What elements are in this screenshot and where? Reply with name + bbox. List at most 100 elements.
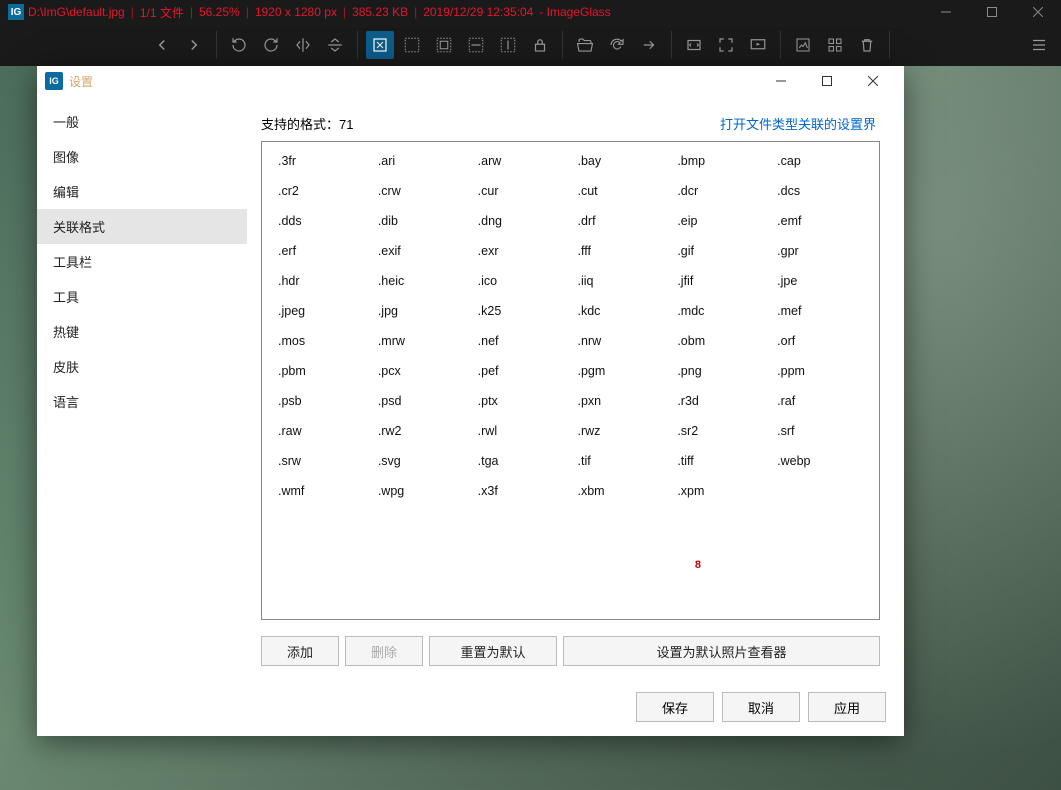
format-item[interactable]: .dcs <box>773 182 867 200</box>
format-item[interactable]: .psb <box>274 392 368 410</box>
sidebar-item-7[interactable]: 皮肤 <box>37 349 247 384</box>
format-item[interactable]: .dng <box>474 212 568 230</box>
reset-default-button[interactable]: 重置为默认 <box>429 636 557 666</box>
format-item[interactable]: .svg <box>374 452 468 470</box>
scale-to-fit-button[interactable] <box>398 31 426 59</box>
format-item[interactable]: .drf <box>574 212 668 230</box>
settings-minimize-button[interactable] <box>758 66 804 96</box>
format-item[interactable]: .tif <box>574 452 668 470</box>
fullscreen-button[interactable] <box>712 31 740 59</box>
next-image-button[interactable] <box>180 31 208 59</box>
format-item[interactable]: .xpm <box>673 482 767 500</box>
sidebar-item-4[interactable]: 工具栏 <box>37 244 247 279</box>
set-default-viewer-button[interactable]: 设置为默认照片查看器 <box>563 636 880 666</box>
format-item[interactable]: .rwl <box>474 422 568 440</box>
format-item[interactable]: .xbm <box>574 482 668 500</box>
checkerboard-button[interactable] <box>789 31 817 59</box>
rotate-cw-button[interactable] <box>257 31 285 59</box>
scale-to-width-button[interactable] <box>462 31 490 59</box>
format-item[interactable]: .wmf <box>274 482 368 500</box>
format-item[interactable]: .mdc <box>673 302 767 320</box>
apply-button[interactable]: 应用 <box>808 692 886 722</box>
sidebar-item-1[interactable]: 图像 <box>37 139 247 174</box>
format-item[interactable]: .dcr <box>673 182 767 200</box>
format-item[interactable]: .jpg <box>374 302 468 320</box>
sidebar-item-0[interactable]: 一般 <box>37 104 247 139</box>
delete-button[interactable] <box>853 31 881 59</box>
slideshow-button[interactable] <box>744 31 772 59</box>
format-item[interactable]: .ico <box>474 272 568 290</box>
format-item[interactable]: .jfif <box>673 272 767 290</box>
format-item[interactable]: .cur <box>474 182 568 200</box>
format-item[interactable]: .fff <box>574 242 668 260</box>
format-item[interactable]: .webp <box>773 452 867 470</box>
sidebar-item-8[interactable]: 语言 <box>37 384 247 419</box>
format-item[interactable]: .ari <box>374 152 468 170</box>
format-item[interactable]: .pef <box>474 362 568 380</box>
window-fit-button[interactable] <box>680 31 708 59</box>
sidebar-item-3[interactable]: 关联格式 <box>37 209 247 244</box>
format-item[interactable]: .heic <box>374 272 468 290</box>
cancel-button[interactable]: 取消 <box>722 692 800 722</box>
format-item[interactable]: .ptx <box>474 392 568 410</box>
main-menu-button[interactable] <box>1025 31 1053 59</box>
format-item[interactable]: .exif <box>374 242 468 260</box>
format-item[interactable]: .raw <box>274 422 368 440</box>
format-item[interactable]: .ppm <box>773 362 867 380</box>
format-item[interactable]: .emf <box>773 212 867 230</box>
formats-listbox[interactable]: .3fr.ari.arw.bay.bmp.cap.cr2.crw.cur.cut… <box>261 141 880 620</box>
format-item[interactable]: .arw <box>474 152 568 170</box>
format-item[interactable]: .mrw <box>374 332 468 350</box>
format-item[interactable]: .wpg <box>374 482 468 500</box>
format-item[interactable]: .mos <box>274 332 368 350</box>
format-item[interactable]: .raf <box>773 392 867 410</box>
format-item[interactable]: .cap <box>773 152 867 170</box>
lock-zoom-button[interactable] <box>526 31 554 59</box>
auto-zoom-button[interactable] <box>366 31 394 59</box>
delete-button[interactable]: 删除 <box>345 636 423 666</box>
format-item[interactable]: .rw2 <box>374 422 468 440</box>
format-item[interactable]: .sr2 <box>673 422 767 440</box>
format-item[interactable]: .exr <box>474 242 568 260</box>
format-item[interactable]: .obm <box>673 332 767 350</box>
format-item[interactable]: .x3f <box>474 482 568 500</box>
format-item[interactable]: .pgm <box>574 362 668 380</box>
format-item[interactable]: .gif <box>673 242 767 260</box>
format-item[interactable]: .kdc <box>574 302 668 320</box>
format-item[interactable]: .jpeg <box>274 302 368 320</box>
flip-vertical-button[interactable] <box>321 31 349 59</box>
scale-to-height-button[interactable] <box>494 31 522 59</box>
sidebar-item-5[interactable]: 工具 <box>37 279 247 314</box>
maximize-button[interactable] <box>969 0 1015 24</box>
format-item[interactable]: .nef <box>474 332 568 350</box>
settings-close-button[interactable] <box>850 66 896 96</box>
refresh-button[interactable] <box>603 31 631 59</box>
format-item[interactable]: .tiff <box>673 452 767 470</box>
format-item[interactable]: .orf <box>773 332 867 350</box>
format-item[interactable]: .erf <box>274 242 368 260</box>
format-item[interactable]: .png <box>673 362 767 380</box>
format-item[interactable]: .cut <box>574 182 668 200</box>
flip-horizontal-button[interactable] <box>289 31 317 59</box>
open-file-assoc-link[interactable]: 打开文件类型关联的设置界 <box>720 114 876 133</box>
settings-maximize-button[interactable] <box>804 66 850 96</box>
format-item[interactable]: .bay <box>574 152 668 170</box>
format-item[interactable]: .pbm <box>274 362 368 380</box>
format-item[interactable]: .k25 <box>474 302 568 320</box>
format-item[interactable]: .dds <box>274 212 368 230</box>
format-item[interactable]: .r3d <box>673 392 767 410</box>
add-button[interactable]: 添加 <box>261 636 339 666</box>
format-item[interactable]: .eip <box>673 212 767 230</box>
format-item[interactable]: .gpr <box>773 242 867 260</box>
sidebar-item-2[interactable]: 编辑 <box>37 174 247 209</box>
format-item[interactable]: .cr2 <box>274 182 368 200</box>
format-item[interactable]: .bmp <box>673 152 767 170</box>
format-item[interactable]: .tga <box>474 452 568 470</box>
format-item[interactable]: .pcx <box>374 362 468 380</box>
format-item[interactable]: .nrw <box>574 332 668 350</box>
format-item[interactable]: .hdr <box>274 272 368 290</box>
format-item[interactable]: .jpe <box>773 272 867 290</box>
minimize-button[interactable] <box>923 0 969 24</box>
open-button[interactable] <box>571 31 599 59</box>
format-item[interactable]: .psd <box>374 392 468 410</box>
